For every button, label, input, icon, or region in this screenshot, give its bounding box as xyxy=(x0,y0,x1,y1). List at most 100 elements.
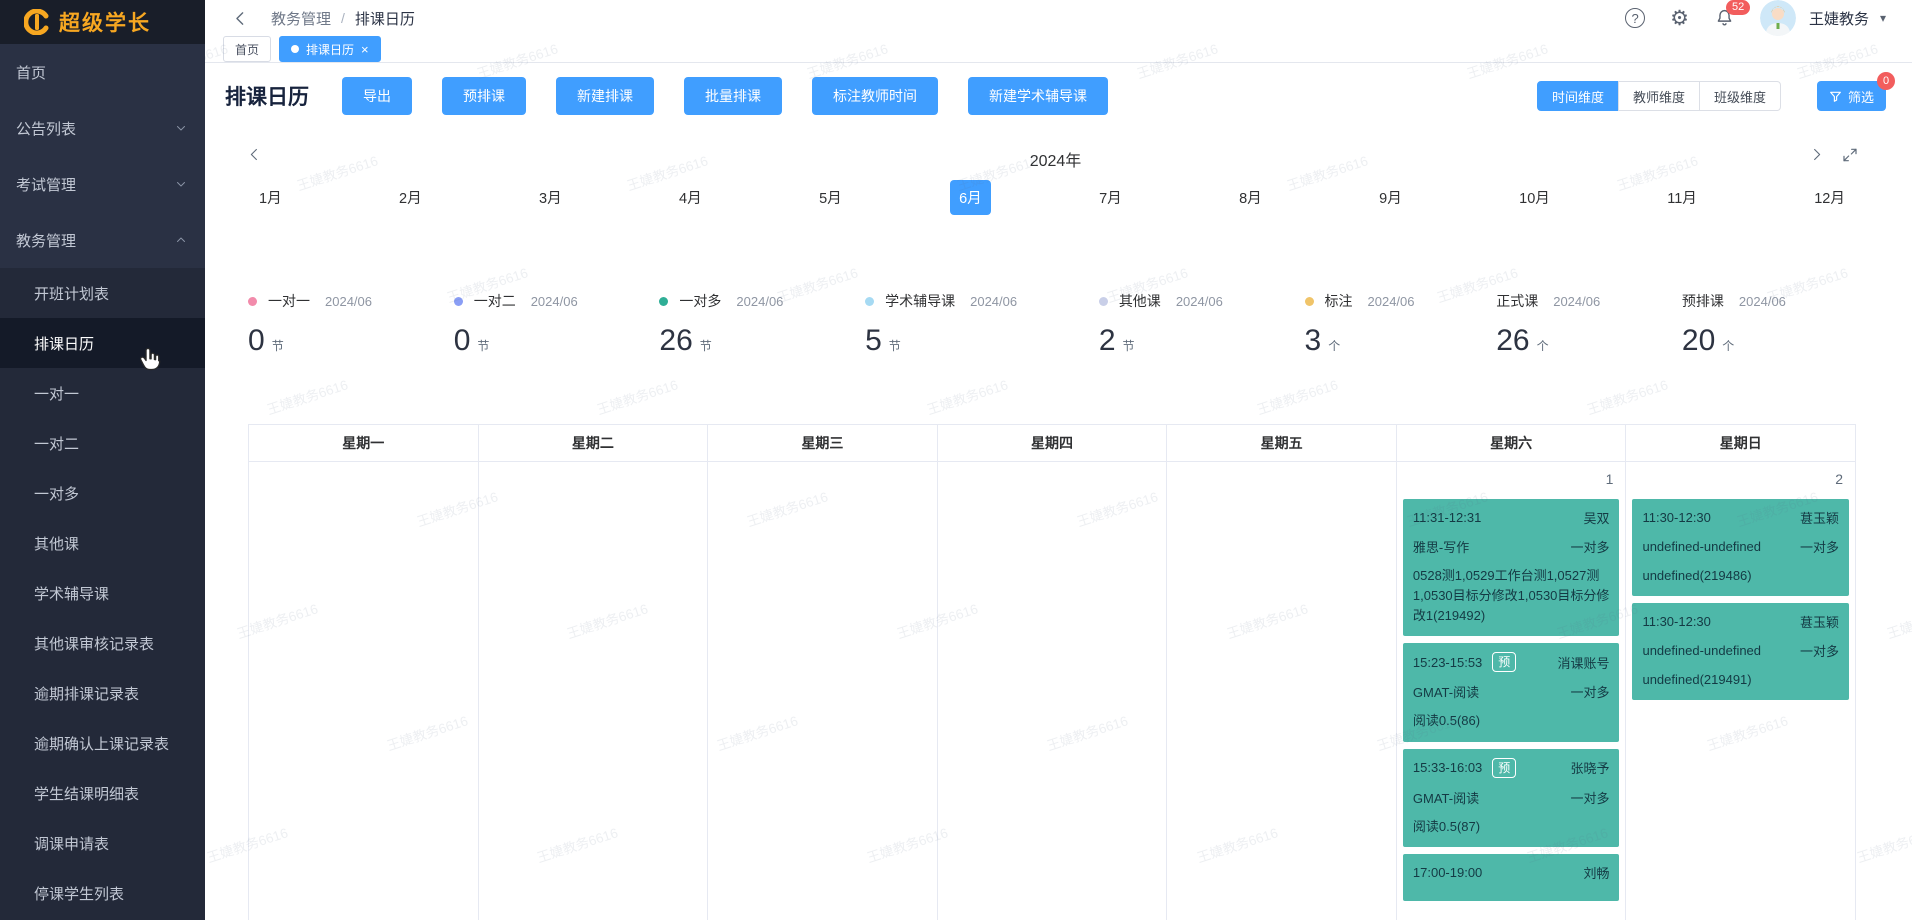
action-button-5[interactable]: 新建学术辅导课 xyxy=(968,77,1108,115)
month-tab-0[interactable]: 1月 xyxy=(250,180,291,215)
event-card[interactable]: 15:23-15:53预消课账号GMAT-阅读一对多阅读0.5(86) xyxy=(1403,643,1620,741)
user-menu-caret-icon[interactable]: ▾ xyxy=(1880,11,1886,25)
day-cell-6[interactable]: 211:30-12:30葚玉颖undefined-undefined一对多und… xyxy=(1626,462,1855,920)
legend-unit: 节 xyxy=(700,337,712,354)
month-tab-5[interactable]: 6月 xyxy=(950,180,991,215)
month-tab-6[interactable]: 7月 xyxy=(1090,180,1131,215)
notifications-button[interactable]: 52 xyxy=(1714,8,1735,29)
month-tab-3[interactable]: 4月 xyxy=(670,180,711,215)
event-card[interactable]: 11:30-12:30葚玉颖undefined-undefined一对多unde… xyxy=(1632,603,1849,700)
month-tabs: 1月 2月 3月 4月 5月 6月 7月 8月 9月 10月 11月 12月 xyxy=(248,179,1856,215)
legend-unit: 节 xyxy=(1123,337,1135,354)
legend-period: 2024/06 xyxy=(1176,294,1223,309)
tab-0[interactable]: 首页 xyxy=(223,36,271,62)
month-tab-4[interactable]: 5月 xyxy=(810,180,851,215)
legend-count-row: 0节 xyxy=(454,324,578,358)
user-name[interactable]: 王婕教务 xyxy=(1809,8,1869,29)
action-button-0[interactable]: 导出 xyxy=(342,77,412,115)
month-tab-10[interactable]: 11月 xyxy=(1658,180,1706,215)
sidebar-subitem-label: 一对多 xyxy=(34,483,79,504)
help-icon[interactable]: ? xyxy=(1625,8,1645,28)
day-cell-4[interactable] xyxy=(1167,462,1397,920)
view-mode-0[interactable]: 时间维度 xyxy=(1537,81,1619,111)
sidebar-subitem-label: 其他课 xyxy=(34,533,79,554)
event-time: 11:30-12:30 xyxy=(1642,510,1710,525)
event-course-type: 一对多 xyxy=(1800,641,1839,660)
avatar[interactable] xyxy=(1760,0,1796,36)
funnel-icon xyxy=(1829,90,1842,103)
sidebar-subitem-14[interactable]: 学生结课明细表 xyxy=(0,768,205,818)
weekday-header-6: 星期日 xyxy=(1626,425,1855,461)
brand-logo[interactable]: 超级学长 xyxy=(0,0,205,44)
sidebar-subitem-15[interactable]: 调课申请表 xyxy=(0,818,205,868)
sidebar-subitem-12[interactable]: 逾期排课记录表 xyxy=(0,668,205,718)
month-tab-2[interactable]: 3月 xyxy=(530,180,571,215)
sidebar-subitem-5[interactable]: 排课日历 xyxy=(0,318,205,368)
event-card[interactable]: 17:00-19:00刘畅 xyxy=(1403,854,1620,901)
sidebar-subitem-9[interactable]: 其他课 xyxy=(0,518,205,568)
fullscreen-icon[interactable] xyxy=(1842,147,1858,163)
legend-label: 正式课 xyxy=(1496,291,1538,311)
event-time-wrap: 11:31-12:31 xyxy=(1413,510,1481,525)
filter-button[interactable]: 筛选 0 xyxy=(1817,81,1886,111)
event-description: undefined(219486) xyxy=(1642,566,1839,586)
gear-icon[interactable]: ⚙ xyxy=(1670,8,1689,29)
brand-title: 超级学长 xyxy=(59,7,151,37)
day-cell-1[interactable] xyxy=(479,462,709,920)
event-course-row: undefined-undefined一对多 xyxy=(1642,641,1839,660)
sidebar-menu-sub: 开班计划表排课日历一对一一对二一对多其他课学术辅导课其他课审核记录表逾期排课记录… xyxy=(0,268,205,920)
month-tab-1[interactable]: 2月 xyxy=(390,180,431,215)
sidebar-item-2[interactable]: 考试管理 xyxy=(0,156,205,212)
sidebar-subitem-13[interactable]: 逾期确认上课记录表 xyxy=(0,718,205,768)
sidebar-item-3[interactable]: 教务管理 xyxy=(0,212,205,268)
event-card[interactable]: 15:33-16:03预张晓予GMAT-阅读一对多阅读0.5(87) xyxy=(1403,749,1620,847)
action-button-3[interactable]: 批量排课 xyxy=(684,77,782,115)
event-course-row: GMAT-阅读一对多 xyxy=(1413,682,1610,701)
sidebar-subitem-6[interactable]: 一对一 xyxy=(0,368,205,418)
sidebar-subitem-label: 学术辅导课 xyxy=(34,583,109,604)
day-cell-5[interactable]: 111:31-12:31吴双雅思-写作一对多0528测1,0529工作台测1,0… xyxy=(1397,462,1627,920)
sidebar-subitem-10[interactable]: 学术辅导课 xyxy=(0,568,205,618)
month-tab-11[interactable]: 12月 xyxy=(1805,180,1854,215)
sidebar-item-0[interactable]: 首页 xyxy=(0,44,205,100)
filter-label: 筛选 xyxy=(1848,87,1874,106)
tab-1[interactable]: 排课日历× xyxy=(279,36,381,62)
view-mode-1[interactable]: 教师维度 xyxy=(1618,81,1700,111)
sidebar-subitem-8[interactable]: 一对多 xyxy=(0,468,205,518)
sidebar-subitem-16[interactable]: 停课学生列表 xyxy=(0,868,205,918)
tab-close-icon[interactable]: × xyxy=(361,42,369,57)
sidebar-item-1[interactable]: 公告列表 xyxy=(0,100,205,156)
next-year-icon[interactable] xyxy=(1809,147,1824,162)
legend-count: 3 xyxy=(1305,324,1322,358)
legend-item-3: 学术辅导课2024/065节 xyxy=(865,291,1017,358)
event-course-row: GMAT-阅读一对多 xyxy=(1413,788,1610,807)
month-tab-9[interactable]: 10月 xyxy=(1510,180,1559,215)
sidebar-subitem-11[interactable]: 其他课审核记录表 xyxy=(0,618,205,668)
event-time: 15:23-15:53 xyxy=(1413,655,1482,670)
day-cell-2[interactable] xyxy=(708,462,938,920)
sidebar-subitem-label: 停课学生列表 xyxy=(34,883,124,904)
event-card[interactable]: 11:30-12:30葚玉颖undefined-undefined一对多unde… xyxy=(1632,499,1849,596)
day-cell-3[interactable] xyxy=(938,462,1168,920)
action-button-2[interactable]: 新建排课 xyxy=(556,77,654,115)
sidebar-subitem-4[interactable]: 开班计划表 xyxy=(0,268,205,318)
sidebar-subitem-label: 其他课审核记录表 xyxy=(34,633,154,654)
sidebar-subitem-label: 一对二 xyxy=(34,433,79,454)
sidebar-subitem-7[interactable]: 一对二 xyxy=(0,418,205,468)
sidebar-item-label: 教务管理 xyxy=(16,230,76,251)
event-time: 15:33-16:03 xyxy=(1413,760,1482,775)
action-button-1[interactable]: 预排课 xyxy=(442,77,526,115)
legend-period: 2024/06 xyxy=(970,294,1017,309)
chevron-up-icon xyxy=(175,234,187,246)
view-mode-2[interactable]: 班级维度 xyxy=(1699,81,1781,111)
legend-period: 2024/06 xyxy=(1368,294,1415,309)
month-tab-7[interactable]: 8月 xyxy=(1230,180,1271,215)
legend-label: 学术辅导课 xyxy=(885,291,955,311)
breadcrumb-parent[interactable]: 教务管理 xyxy=(271,8,331,29)
back-icon[interactable] xyxy=(232,10,249,27)
event-card[interactable]: 11:31-12:31吴双雅思-写作一对多0528测1,0529工作台测1,05… xyxy=(1403,499,1620,636)
action-button-4[interactable]: 标注教师时间 xyxy=(812,77,938,115)
month-tab-8[interactable]: 9月 xyxy=(1370,180,1411,215)
day-number xyxy=(484,462,703,496)
day-cell-0[interactable] xyxy=(249,462,479,920)
